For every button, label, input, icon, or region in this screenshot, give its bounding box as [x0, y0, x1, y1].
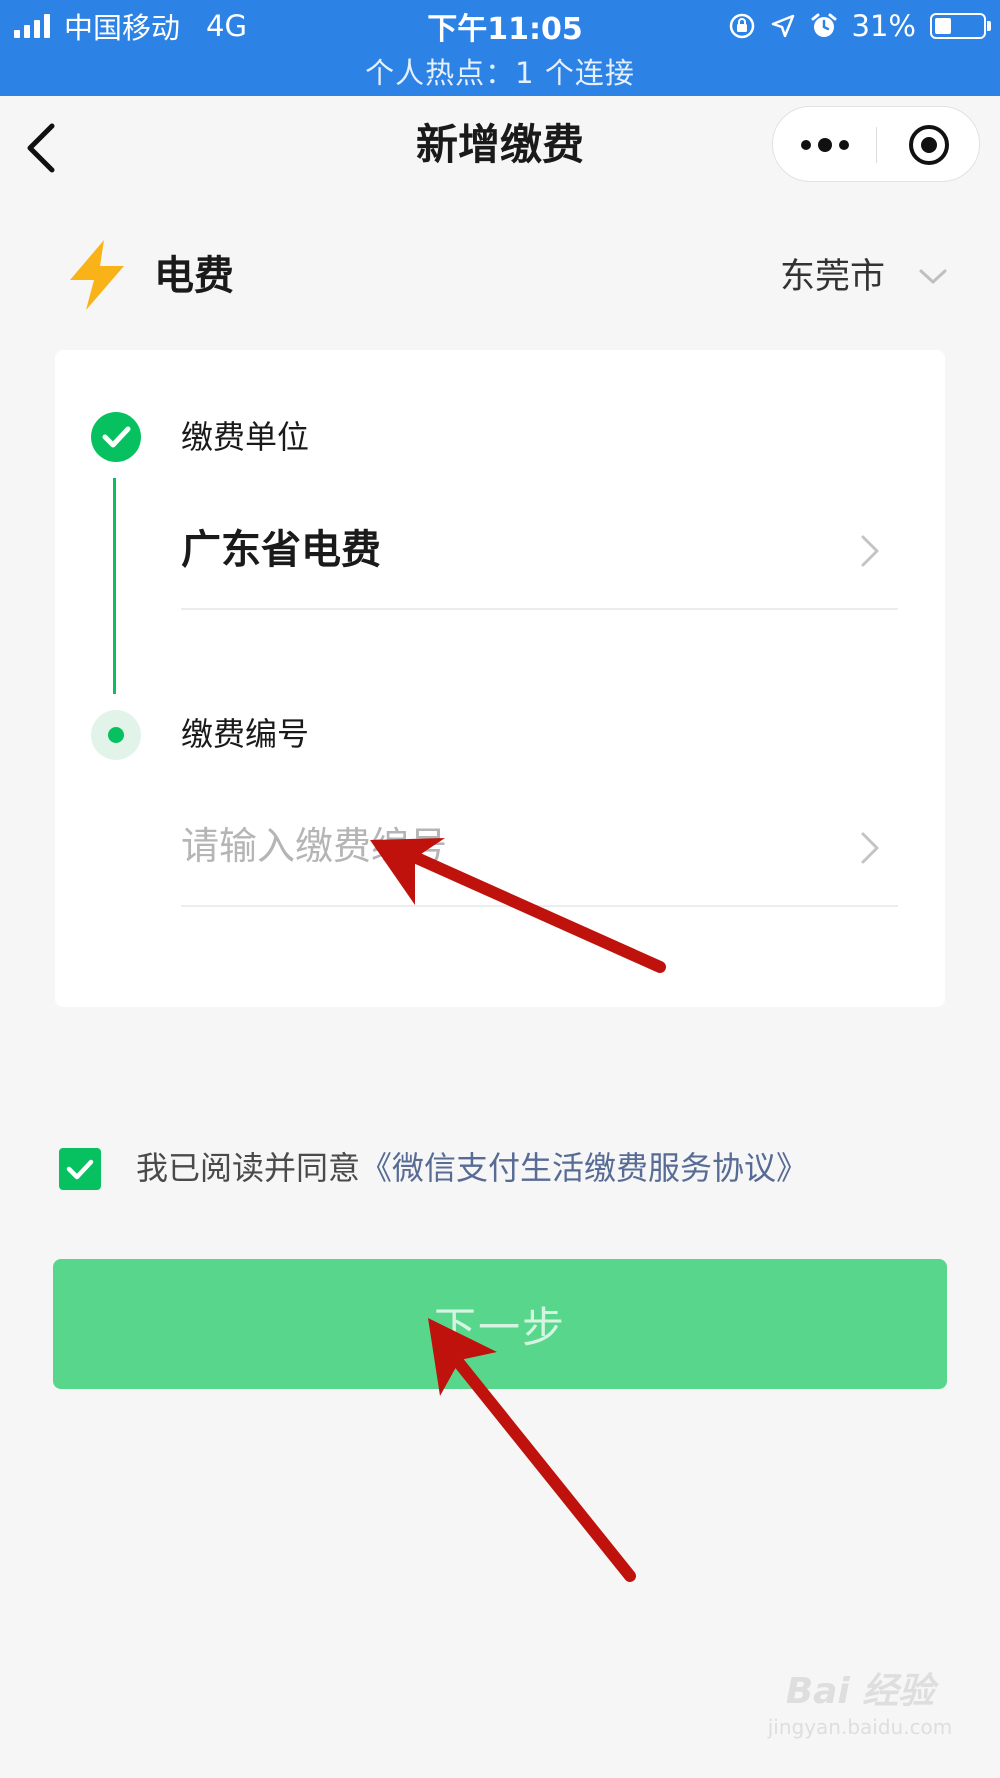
payment-number-input[interactable] [181, 816, 821, 876]
chevron-right-icon[interactable] [857, 830, 883, 866]
miniprogram-capsule [772, 106, 980, 182]
step-current-dot-icon [91, 710, 141, 760]
payment-number-title: 缴费编号 [181, 715, 310, 753]
step-connector-line [113, 478, 116, 694]
row-divider [181, 905, 898, 907]
battery-percent: 31% [851, 9, 916, 43]
next-step-button[interactable]: 下一步 [53, 1259, 947, 1389]
agreement-link[interactable]: 《微信支付生活缴费服务协议》 [360, 1149, 808, 1187]
watermark-sub: jingyan.baidu.com [767, 1715, 953, 1739]
baidu-watermark: Bai 经验 jingyan.baidu.com [760, 1670, 960, 1740]
more-dots-icon[interactable] [773, 107, 876, 183]
status-bar: 中国移动 4G 下午11:05 31% 个人热点：1 个连接 [0, 0, 1000, 96]
agreement-text: 我已阅读并同意《微信支付生活缴费服务协议》 [136, 1144, 808, 1192]
alarm-icon [811, 13, 837, 37]
checkmark-icon [66, 1159, 94, 1180]
chevron-down-icon[interactable] [918, 262, 948, 292]
agreement-checkbox[interactable] [59, 1148, 101, 1190]
close-target-icon[interactable] [877, 107, 981, 183]
orientation-lock-icon [729, 13, 754, 39]
payment-unit-title: 缴费单位 [181, 418, 310, 456]
step-complete-check-icon [91, 412, 141, 462]
battery-icon [930, 13, 991, 39]
chevron-right-icon[interactable] [857, 533, 883, 569]
row-divider [181, 608, 898, 610]
city-selector[interactable]: 东莞市 [780, 250, 885, 304]
agreement-prefix: 我已阅读并同意 [136, 1149, 361, 1187]
hotspot-banner[interactable]: 个人热点：1 个连接 [0, 50, 1000, 92]
payment-unit-value[interactable]: 广东省电费 [181, 520, 381, 580]
watermark-main: Bai 经验 [785, 1671, 935, 1712]
status-right: 31% [728, 6, 991, 46]
category-label: 电费 [154, 253, 234, 299]
location-icon [771, 14, 794, 38]
lightning-bolt-icon [70, 240, 124, 310]
